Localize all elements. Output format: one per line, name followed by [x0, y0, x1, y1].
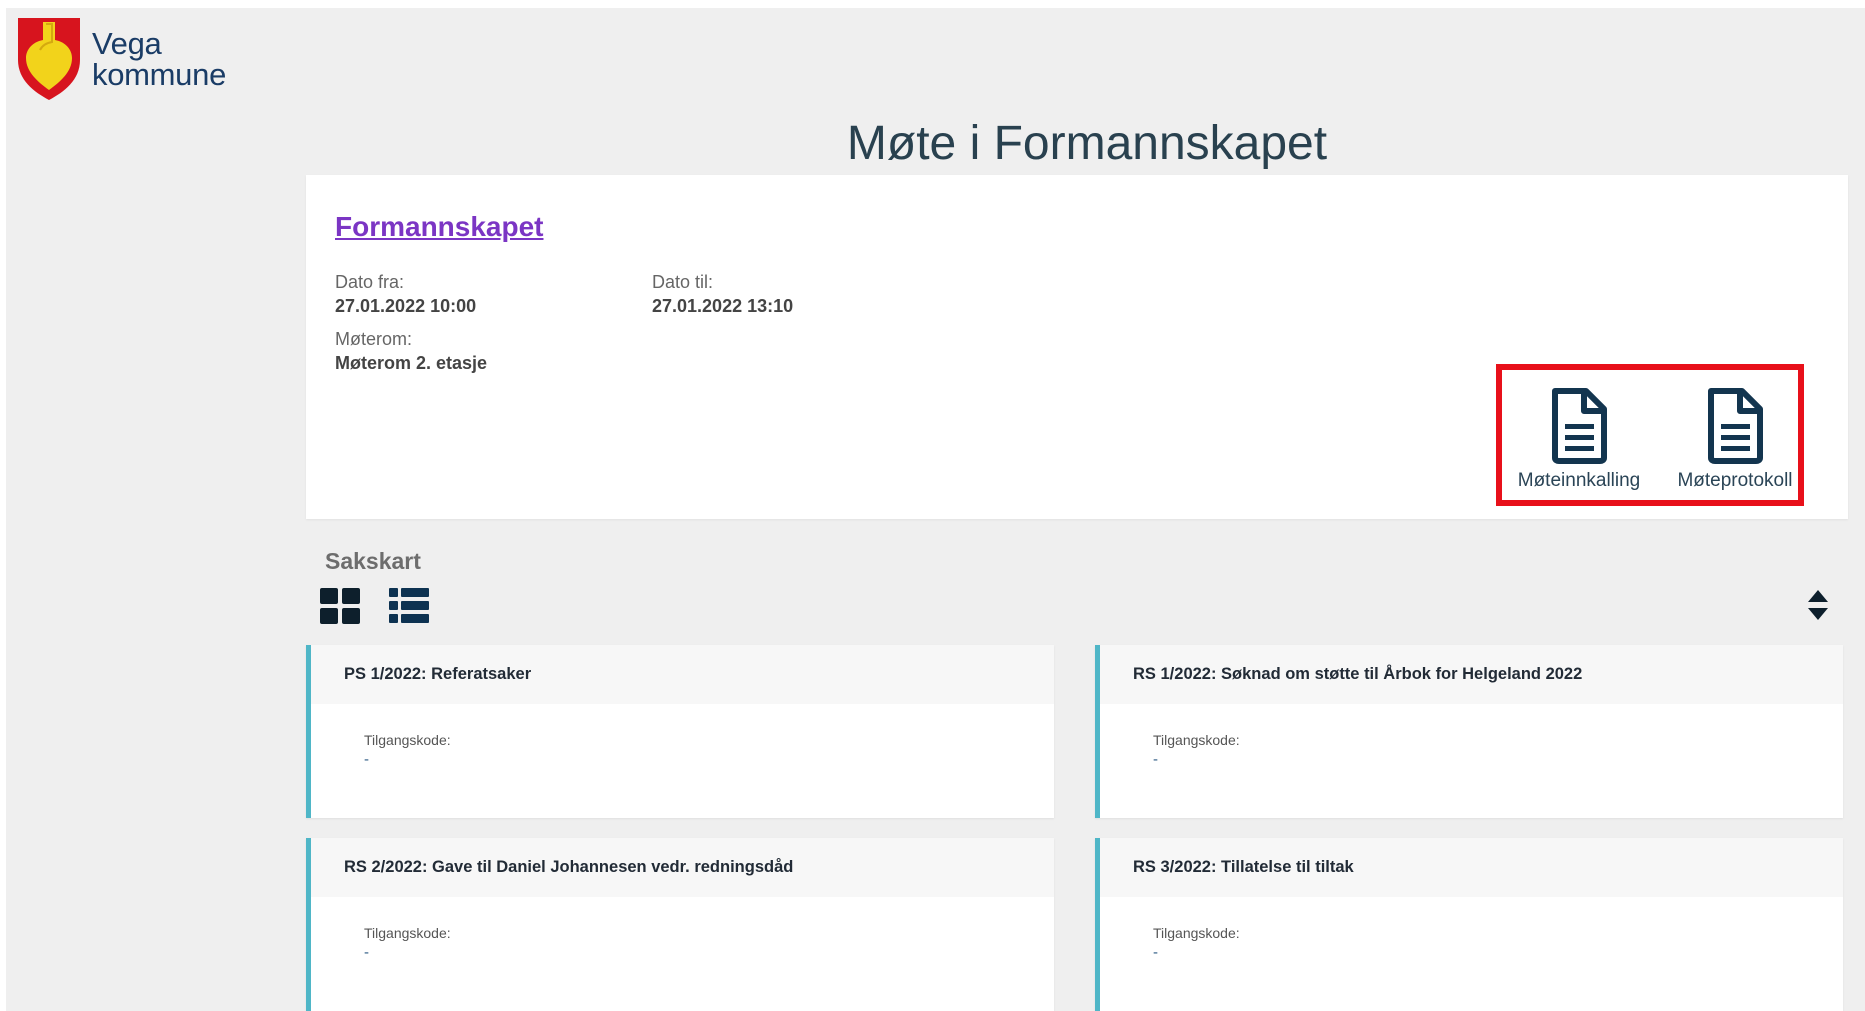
document-icon: [1510, 388, 1648, 464]
case-card[interactable]: PS 1/2022: Referatsaker Tilgangskode: -: [306, 645, 1054, 818]
case-body: Tilgangskode: -: [311, 897, 1054, 961]
list-view-icon: [389, 588, 429, 628]
grid-view-button[interactable]: [320, 588, 360, 629]
case-title: RS 3/2022: Tillatelse til tiltak: [1100, 838, 1843, 897]
meeting-invitation-link[interactable]: Møteinnkalling: [1510, 388, 1648, 492]
meeting-minutes-label: Møteprotokoll: [1677, 470, 1793, 491]
date-to-label: Dato til:: [652, 272, 714, 292]
access-code-label: Tilgangskode:: [364, 925, 451, 941]
date-to-value: 27.01.2022 13:10: [652, 296, 794, 316]
committee-link[interactable]: Formannskapet: [335, 211, 544, 243]
case-card[interactable]: RS 2/2022: Gave til Daniel Johannesen ve…: [306, 838, 1054, 1011]
access-code-value: -: [364, 944, 369, 961]
access-code-label: Tilgangskode:: [1153, 732, 1240, 748]
meeting-invitation-label: Møteinnkalling: [1517, 470, 1641, 491]
case-title: RS 2/2022: Gave til Daniel Johannesen ve…: [311, 838, 1054, 897]
case-card[interactable]: RS 1/2022: Søknad om støtte til Årbok fo…: [1095, 645, 1843, 818]
case-title: RS 1/2022: Søknad om støtte til Årbok fo…: [1100, 645, 1843, 704]
date-from-value: 27.01.2022 10:00: [335, 296, 477, 316]
sort-button[interactable]: [1806, 588, 1830, 627]
page-frame: Vega kommune Møte i Formannskapet Forman…: [6, 8, 1865, 1011]
case-card[interactable]: RS 3/2022: Tillatelse til tiltak Tilgang…: [1095, 838, 1843, 1011]
logo-line-2: kommune: [92, 57, 227, 92]
room-value: Møterom 2. etasje: [335, 353, 488, 373]
logo-line-1: Vega: [92, 26, 162, 61]
list-view-button[interactable]: [389, 588, 429, 629]
page-title: Møte i Formannskapet: [846, 117, 1328, 170]
meeting-documents-highlight: Møteinnkalling Møteprotokoll: [1496, 364, 1804, 506]
coat-of-arms-icon: [16, 16, 82, 102]
room-label: Møterom:: [335, 329, 413, 349]
access-code-label: Tilgangskode:: [364, 732, 451, 748]
logo-wordmark: Vega kommune: [92, 28, 226, 90]
agenda-heading: Sakskart: [325, 548, 421, 574]
access-code-value: -: [364, 751, 369, 768]
grid-view-icon: [320, 588, 360, 628]
case-body: Tilgangskode: -: [311, 704, 1054, 768]
access-code-value: -: [1153, 944, 1158, 961]
case-body: Tilgangskode: -: [1100, 897, 1843, 961]
case-title: PS 1/2022: Referatsaker: [311, 645, 1054, 704]
document-icon: [1670, 388, 1800, 464]
case-body: Tilgangskode: -: [1100, 704, 1843, 768]
municipality-logo[interactable]: Vega kommune: [16, 16, 226, 102]
date-from-label: Dato fra:: [335, 272, 405, 292]
meeting-minutes-link[interactable]: Møteprotokoll: [1670, 388, 1800, 492]
access-code-value: -: [1153, 751, 1158, 768]
sort-icon: [1806, 590, 1830, 626]
meeting-info-card: Formannskapet Dato fra: 27.01.2022 10:00…: [306, 175, 1848, 519]
access-code-label: Tilgangskode:: [1153, 925, 1240, 941]
